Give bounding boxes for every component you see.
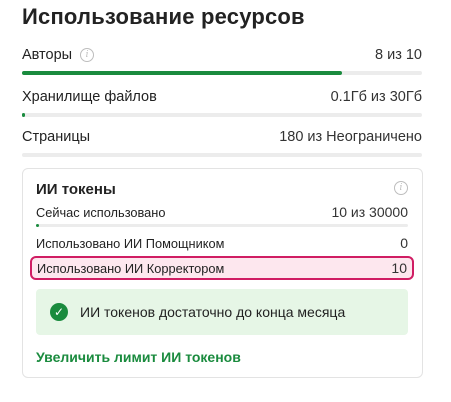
ai-row-value: 0 — [400, 235, 408, 251]
resource-value: 180 из Неограничено — [279, 129, 422, 145]
ai-row-label: Использовано ИИ Помощником — [36, 235, 225, 251]
storage-progress-bar — [22, 113, 422, 117]
ai-row-used-now: Сейчас использовано 10 из 30000 — [36, 204, 408, 220]
ai-row-corrector: Использовано ИИ Корректором 10 — [37, 260, 407, 276]
check-circle-icon: ✓ — [50, 303, 68, 321]
page-title: Использование ресурсов — [22, 4, 305, 29]
resource-row-storage: Хранилище файлов 0.1Гб из 30Гб — [22, 89, 422, 105]
ai-tokens-progress-bar — [36, 224, 408, 227]
ai-row-value: 10 — [391, 260, 407, 276]
increase-ai-limit-link[interactable]: Увеличить лимит ИИ токенов — [36, 349, 241, 365]
info-icon[interactable]: i — [394, 181, 408, 195]
ai-tokens-progress-fill — [36, 224, 39, 227]
ai-tokens-notice: ✓ ИИ токенов достаточно до конца месяца — [36, 289, 408, 335]
ai-row-label: Использовано ИИ Корректором — [37, 260, 225, 276]
resource-value: 0.1Гб из 30Гб — [330, 89, 422, 105]
ai-row-value: 10 из 30000 — [331, 204, 408, 220]
ai-tokens-title: ИИ токены — [36, 181, 116, 198]
storage-progress-fill — [22, 113, 25, 117]
notice-text: ИИ токенов достаточно до конца месяца — [80, 304, 346, 320]
pages-progress-bar — [22, 153, 422, 157]
ai-row-corrector-highlight: Использовано ИИ Корректором 10 — [30, 256, 414, 280]
resource-label: Хранилище файлов — [22, 89, 157, 105]
ai-tokens-card: ИИ токены i Сейчас использовано 10 из 30… — [22, 168, 423, 378]
resource-label: Страницы — [22, 129, 91, 145]
authors-progress-bar — [22, 71, 422, 75]
authors-progress-fill — [22, 71, 342, 75]
resource-row-pages: Страницы 180 из Неограничено — [22, 129, 422, 145]
resource-label: Авторы — [22, 47, 73, 63]
info-icon[interactable]: i — [80, 48, 95, 62]
ai-row-assistant: Использовано ИИ Помощником 0 — [36, 235, 408, 251]
ai-row-label: Сейчас использовано — [36, 204, 166, 220]
resource-value: 8 из 10 — [375, 47, 422, 63]
resource-row-authors: Авторы i 8 из 10 — [22, 47, 422, 63]
